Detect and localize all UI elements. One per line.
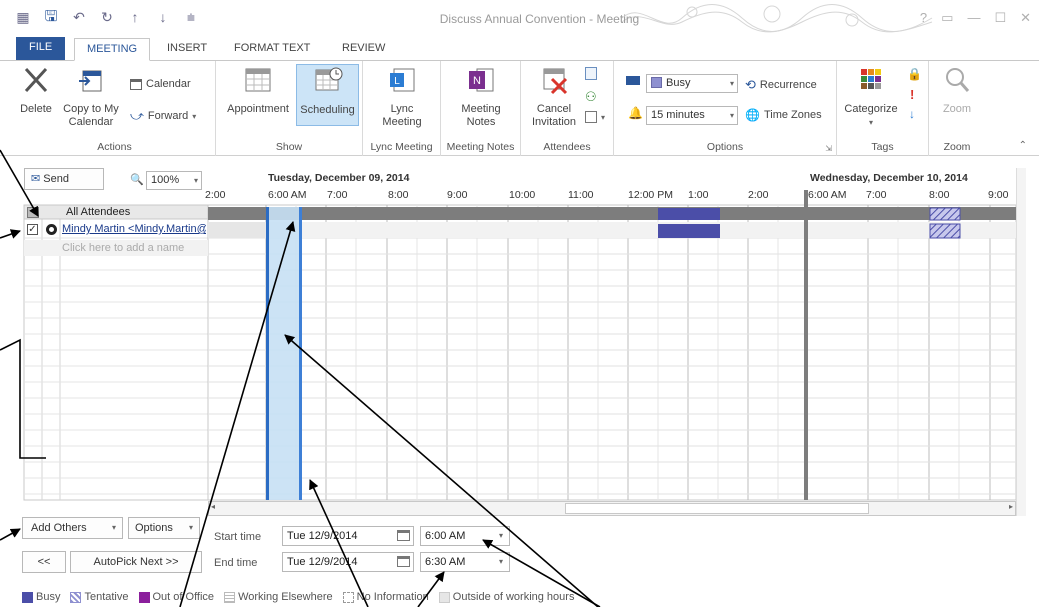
- add-attendee-row[interactable]: Click here to add a name: [24, 240, 208, 256]
- calendar-picker-icon[interactable]: [397, 530, 410, 541]
- calendar-picker-icon[interactable]: [397, 556, 410, 567]
- legend-tentative: Tentative: [70, 591, 129, 603]
- all-attendees-row: All Attendees: [24, 206, 208, 220]
- scroll-left-icon[interactable]: ◂: [211, 502, 215, 511]
- chevron-down-icon: ▾: [498, 557, 503, 566]
- availability-legend: Busy Tentative Out of Office Working Els…: [22, 589, 574, 605]
- start-time-label: Start time: [214, 531, 262, 543]
- options-button[interactable]: Options ▾: [128, 517, 200, 539]
- legend-working-elsewhere: Working Elsewhere: [224, 591, 333, 603]
- legend-out-of-office-swatch: [138, 591, 150, 603]
- legend-busy: Busy: [22, 591, 60, 603]
- autopick-previous-button[interactable]: <<: [22, 551, 66, 573]
- time-label: 9:00: [447, 189, 468, 201]
- legend-out-of-office: Out of Office: [138, 591, 214, 603]
- time-label: 2:00: [748, 189, 769, 201]
- legend-outside-working-hours-swatch: [438, 591, 450, 603]
- legend-tentative-swatch: [70, 591, 82, 603]
- vertical-scrollbar[interactable]: [1016, 168, 1026, 516]
- autopick-next-button[interactable]: AutoPick Next >>: [70, 551, 202, 573]
- scrollbar-thumb[interactable]: [565, 503, 869, 514]
- chevron-down-icon: ▾: [188, 523, 193, 532]
- time-label: 8:00: [929, 189, 950, 201]
- time-label: 10:00: [509, 189, 536, 201]
- time-label: 8:00: [388, 189, 409, 201]
- time-label: 11:00: [568, 189, 594, 201]
- timeline-scrollbar[interactable]: ◂ ▸: [208, 501, 1016, 516]
- legend-no-information: No Information: [342, 591, 429, 603]
- time-label: 6:00 AM: [268, 189, 307, 201]
- legend-outside-working-hours: Outside of working hours: [438, 591, 574, 603]
- start-date-field[interactable]: Tue 12/9/2014: [282, 526, 414, 546]
- day-header-2: Wednesday, December 10, 2014: [810, 172, 968, 184]
- time-label: 7:00: [866, 189, 887, 201]
- start-time-field[interactable]: 6:00 AM ▾: [420, 526, 510, 546]
- chevron-down-icon: ▾: [498, 531, 503, 540]
- legend-no-information-swatch: [342, 591, 354, 603]
- time-label: 7:00: [327, 189, 348, 201]
- required-attendee-icon[interactable]: [46, 224, 57, 235]
- legend-working-elsewhere-swatch: [224, 591, 236, 603]
- chevron-down-icon: ▾: [111, 523, 116, 532]
- day-header-1: Tuesday, December 09, 2014: [268, 172, 410, 184]
- scroll-right-icon[interactable]: ▸: [1009, 502, 1013, 511]
- attendee-row[interactable]: ✓ Mindy Martin <Mindy.Martin@: [24, 222, 208, 238]
- attendee-checkbox[interactable]: ✓: [27, 224, 38, 235]
- end-date-field[interactable]: Tue 12/9/2014: [282, 552, 414, 572]
- add-others-button[interactable]: Add Others ▾: [22, 517, 123, 539]
- time-label: 6:00 AM: [808, 189, 847, 201]
- time-label: 1:00: [688, 189, 709, 201]
- legend-busy-swatch: [22, 591, 33, 603]
- end-time-field[interactable]: 6:30 AM ▾: [420, 552, 510, 572]
- end-time-label: End time: [214, 557, 258, 569]
- time-label: 2:00: [205, 189, 226, 201]
- time-label: 9:00: [988, 189, 1009, 201]
- attendee-list-icon: [27, 207, 39, 218]
- time-label: 12:00 PM: [628, 189, 673, 201]
